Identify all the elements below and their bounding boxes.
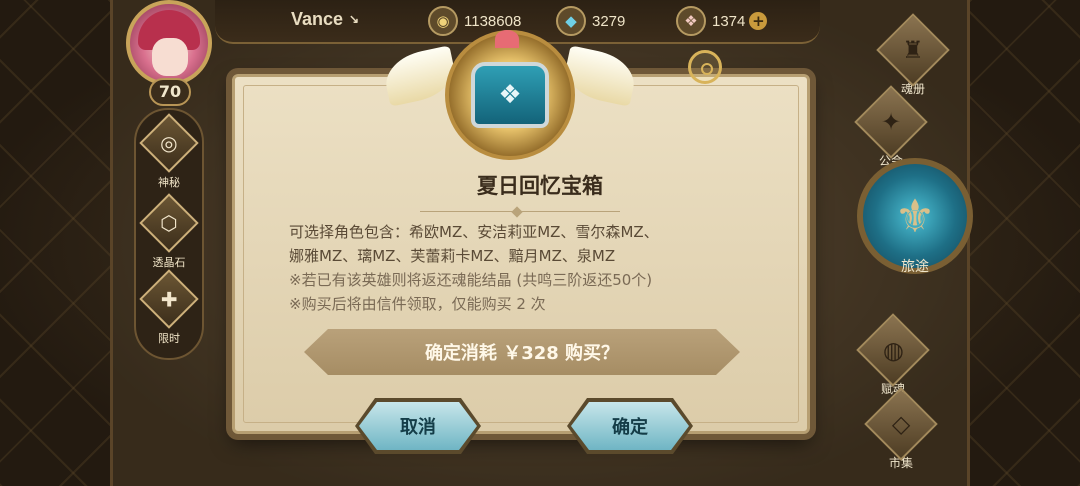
- player-name[interactable]: Vance: [291, 9, 343, 30]
- menu-journey-label: 旅途: [901, 259, 929, 275]
- ring-marker-icon: [688, 50, 722, 84]
- menu-limited[interactable]: ✚ 限时: [139, 269, 199, 348]
- market-icon: ◇: [891, 410, 911, 438]
- description-line: 可选择角色包含：希欧MZ、安洁莉亚MZ、雪尔森MZ、: [289, 223, 659, 241]
- confirm-cost-banner: 确定消耗 ￥328 购买？: [304, 329, 740, 375]
- gem-icon: ❖: [676, 6, 706, 36]
- mystery-icon: ◎: [160, 130, 178, 155]
- crystal-stone-icon: ⬡: [160, 211, 178, 235]
- menu-soul-infuse[interactable]: ◍ 赋魂: [848, 313, 938, 404]
- title-divider: [420, 208, 620, 216]
- refund-note: ※若已有该英雄则将返还魂能结晶 (共鸣三阶返还50个): [289, 271, 653, 289]
- cancel-button[interactable]: 取消: [359, 402, 477, 450]
- soul-book-icon: ♜: [902, 35, 924, 64]
- player-avatar-frame[interactable]: 70: [116, 0, 226, 106]
- description-line: 娜雅MZ、璃MZ、芙蕾莉卡MZ、黯月MZ、泉MZ: [289, 247, 616, 265]
- level-badge: 70: [149, 78, 191, 106]
- add-gem-button[interactable]: +: [749, 12, 768, 30]
- currency-gem: ❖ 1374 +: [676, 6, 768, 36]
- menu-limited-label: 限时: [158, 332, 180, 345]
- gem-amount: 1374: [712, 12, 746, 30]
- soul-infuse-icon: ◍: [882, 335, 904, 364]
- name-edit-icon[interactable]: ↘: [349, 12, 359, 26]
- guild-icon: ✦: [880, 107, 902, 136]
- gift-icon: ✚: [160, 286, 178, 311]
- dialog-title: 夏日回忆宝箱: [477, 174, 603, 198]
- menu-crystal-stone[interactable]: ⬡ 透晶石: [139, 193, 199, 272]
- confirm-button[interactable]: 确定: [571, 402, 689, 450]
- mail-note: ※购买后将由信件领取，仅能购买 2 次: [289, 295, 546, 313]
- menu-market[interactable]: ◇ 市集: [856, 387, 946, 478]
- treasure-chest-emblem: ❖: [380, 20, 640, 160]
- menu-soul-book[interactable]: ♜ 魂册: [868, 13, 958, 104]
- avatar[interactable]: [126, 0, 212, 86]
- dialog-description: 可选择角色包含：希欧MZ、安洁莉亚MZ、雪尔森MZ、 娜雅MZ、璃MZ、芙蕾莉卡…: [289, 220, 759, 316]
- treasure-chest-icon: ❖: [471, 62, 549, 128]
- menu-crystal-stone-label: 透晶石: [152, 256, 186, 269]
